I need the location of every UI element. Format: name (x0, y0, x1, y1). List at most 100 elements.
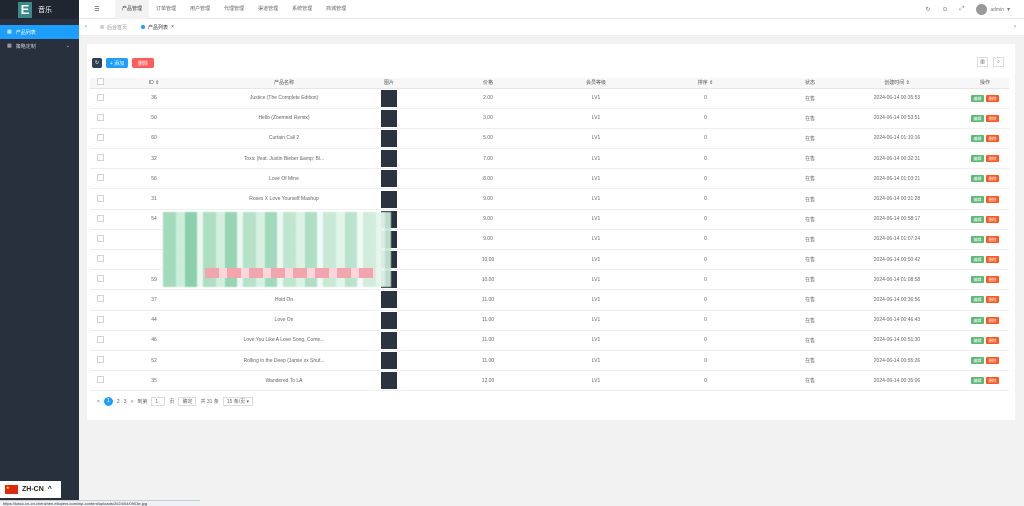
nav-product-management[interactable]: 产品管理 (115, 0, 150, 19)
language-switcher[interactable]: ZH-CN ^ (0, 481, 61, 498)
table-row[interactable]: 52 Rolling in the Deep (Jamie xx Shuf... 1… (90, 350, 1009, 372)
edit-button[interactable]: 编辑 (971, 357, 984, 365)
row-delete-button[interactable]: 删除 (986, 134, 999, 142)
tab-product-list[interactable]: 产品列表 × (134, 24, 181, 31)
row-checkbox[interactable] (96, 275, 104, 283)
row-delete-button[interactable]: 删除 (986, 357, 999, 365)
edit-button[interactable]: 编辑 (971, 155, 984, 163)
column-header-sort[interactable]: 排序 ⇕ (624, 78, 787, 89)
edit-button[interactable]: 编辑 (971, 134, 984, 142)
row-checkbox[interactable] (96, 154, 104, 162)
sort-icon[interactable]: ⇕ (906, 80, 910, 86)
album-cover-image[interactable] (381, 372, 397, 390)
row-delete-button[interactable]: 删除 (986, 175, 999, 183)
edit-button[interactable]: 编辑 (971, 377, 984, 385)
search-icon[interactable]: ⌕ (993, 57, 1004, 67)
prev-page-button[interactable]: < (97, 399, 100, 405)
row-checkbox[interactable] (96, 214, 104, 222)
row-delete-button[interactable]: 删除 (986, 94, 999, 102)
edit-button[interactable]: 编辑 (971, 336, 984, 344)
select-all-checkbox[interactable] (96, 78, 104, 86)
album-cover-image[interactable] (381, 109, 397, 127)
page-number-input[interactable]: 1 (151, 397, 166, 406)
edit-button[interactable]: 编辑 (971, 276, 984, 284)
table-row[interactable]: 50 Hello (Zoemeid Remix) 3.00 LV1 0 在售 2024-06… (90, 108, 1009, 129)
delete-button[interactable]: 删除 (132, 58, 154, 68)
row-delete-button[interactable]: 删除 (986, 316, 999, 324)
row-checkbox[interactable] (96, 93, 104, 101)
album-cover-image[interactable] (381, 352, 397, 370)
table-row[interactable]: 46 Love You Like A Love Song, Come... 11.0… (90, 330, 1009, 351)
album-cover-image[interactable] (381, 311, 397, 329)
row-delete-button[interactable]: 删除 (986, 215, 999, 223)
row-delete-button[interactable]: 删除 (986, 377, 999, 385)
album-cover-image[interactable] (381, 291, 397, 309)
row-checkbox[interactable] (96, 315, 104, 323)
album-cover-image[interactable] (381, 150, 397, 168)
edit-button[interactable]: 编辑 (971, 215, 984, 223)
next-page-button[interactable]: > (130, 399, 133, 405)
sidebar-item-strategy[interactable]: ▦ 策略定制 ⌄ (0, 39, 79, 53)
album-cover-image[interactable] (381, 170, 397, 188)
page-size-select[interactable]: 15 条/页 ▾ (222, 397, 254, 406)
row-checkbox[interactable] (96, 194, 104, 202)
edit-button[interactable]: 编辑 (971, 195, 984, 203)
row-checkbox[interactable] (96, 376, 104, 384)
row-checkbox[interactable] (96, 113, 104, 121)
row-checkbox[interactable] (96, 234, 104, 242)
edit-button[interactable]: 编辑 (971, 175, 984, 183)
edit-button[interactable]: 编辑 (971, 235, 984, 243)
row-delete-button[interactable]: 删除 (986, 276, 999, 284)
goto-confirm-button[interactable]: 确定 (178, 397, 197, 406)
row-checkbox[interactable] (96, 133, 104, 141)
lock-icon[interactable]: ⊙ (943, 6, 948, 13)
table-row[interactable]: 56 Love Of Mine 8.00 LV1 0 在售 2024-06-14 01:03… (90, 168, 1009, 190)
album-cover-image[interactable] (381, 331, 397, 349)
table-row[interactable]: 37 Hold On 11.00 LV1 0 在售 2024-06-14 00:36:56 编… (90, 289, 1009, 311)
row-checkbox[interactable] (96, 295, 104, 303)
row-checkbox[interactable] (96, 335, 104, 343)
row-checkbox[interactable] (96, 255, 104, 263)
row-delete-button[interactable]: 删除 (986, 195, 999, 203)
row-checkbox[interactable] (96, 356, 104, 364)
tab-home[interactable]: 后台首页 (93, 24, 134, 31)
row-delete-button[interactable]: 删除 (986, 114, 999, 122)
app-logo[interactable]: E 音乐 (0, 0, 79, 19)
table-row[interactable]: 35 Wandered To LA 12.00 LV1 0 在售 2024-06-14 00… (90, 370, 1009, 392)
edit-button[interactable]: 编辑 (971, 256, 984, 264)
table-row[interactable]: 44 Love On 11.00 LV1 0 在售 2024-06-14 00:46:43 编… (90, 310, 1009, 331)
row-delete-button[interactable]: 删除 (986, 256, 999, 264)
table-row[interactable]: 31 Roses X Love Yourself Mashup 9.00 LV1 0 在售… (90, 188, 1009, 210)
album-cover-image[interactable] (381, 129, 397, 147)
nav-order-management[interactable]: 订单管理 (149, 0, 183, 19)
add-button[interactable]: + 添加 (106, 58, 128, 68)
nav-system-management[interactable]: 系统管理 (285, 0, 319, 19)
nav-agent-management[interactable]: 代理管理 (217, 0, 251, 19)
row-delete-button[interactable]: 删除 (986, 296, 999, 304)
columns-icon[interactable]: ▥ (977, 57, 988, 67)
chevron-right-icon[interactable]: › (1008, 24, 1022, 30)
table-row[interactable]: 60 Curtain Call 2 5.00 LV1 0 在售 2024-06-14 01:… (90, 128, 1009, 150)
nav-user-management[interactable]: 用户管理 (183, 0, 217, 19)
page-3-button[interactable]: 3 (124, 399, 127, 405)
refresh-icon[interactable]: ↻ (925, 6, 930, 13)
sort-icon[interactable]: ⇕ (709, 80, 713, 86)
album-cover-image[interactable] (381, 89, 397, 107)
fullscreen-icon[interactable]: ⤢ (960, 6, 965, 13)
page-2-button[interactable]: 2 (117, 399, 120, 405)
table-row[interactable]: 36 Justice (The Complete Edition) 2.00 LV1 0… (90, 88, 1009, 109)
edit-button[interactable]: 编辑 (971, 114, 984, 122)
edit-button[interactable]: 编辑 (971, 94, 984, 102)
user-menu[interactable]: admin ▾ (976, 4, 1010, 15)
row-delete-button[interactable]: 删除 (986, 235, 999, 243)
edit-button[interactable]: 编辑 (971, 316, 984, 324)
nav-channel-management[interactable]: 渠道管理 (251, 0, 285, 19)
row-delete-button[interactable]: 删除 (986, 155, 999, 163)
table-row[interactable]: 32 Toxic (feat. Justin Bieber &amp; Bl...… (90, 148, 1009, 170)
column-header-id[interactable]: ID ⇕ (110, 78, 198, 89)
sort-icon[interactable]: ⇕ (155, 80, 159, 86)
row-checkbox[interactable] (96, 174, 104, 182)
edit-button[interactable]: 编辑 (971, 296, 984, 304)
nav-mall-management[interactable]: 商城管理 (319, 0, 353, 19)
column-header-created[interactable]: 创建时间 ⇕ (833, 78, 961, 89)
